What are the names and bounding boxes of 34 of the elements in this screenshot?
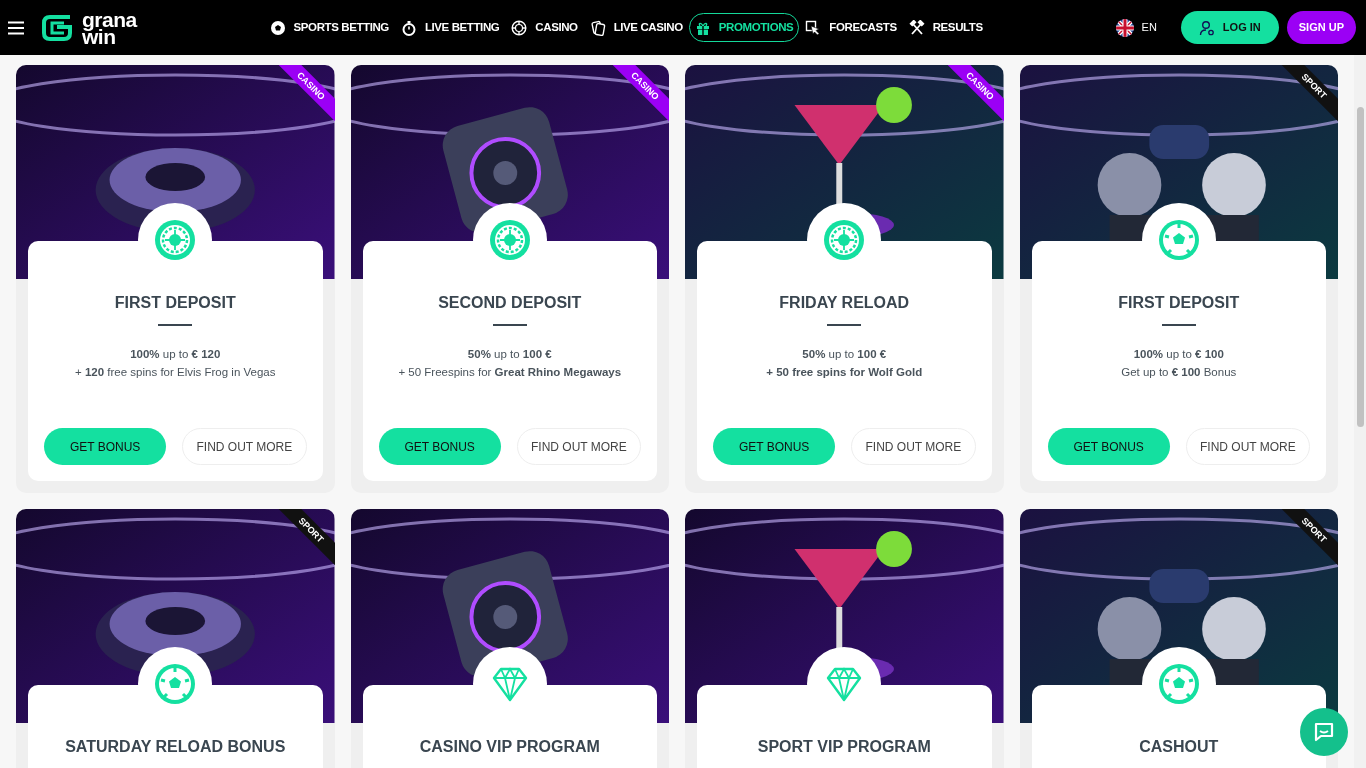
nav-link[interactable]: LIVE BETTING — [394, 12, 506, 43]
find-out-more-button[interactable]: FIND OUT MORE — [851, 428, 976, 465]
promo-description: 100% up to € 100 — [1133, 347, 1224, 362]
nav-link[interactable]: CASINO — [505, 12, 584, 43]
promo-description: + 120 free spins for Elvis Frog in Vegas — [75, 365, 276, 380]
find-out-more-button[interactable]: FIND OUT MORE — [182, 428, 307, 465]
promo-title: FIRST DEPOSIT — [114, 293, 236, 313]
nav-link[interactable]: LIVE CASINO — [583, 12, 689, 43]
promo-title: SECOND DEPOSIT — [438, 293, 582, 313]
language-selector[interactable]: EN — [1141, 19, 1157, 36]
get-bonus-button[interactable]: GET BONUS — [713, 428, 836, 465]
promo-title: FRIDAY RELOAD — [779, 293, 910, 313]
get-bonus-button[interactable]: GET BONUS — [378, 428, 501, 465]
nav-link[interactable]: FORECASTS — [799, 12, 903, 43]
signup-button[interactable]: SIGN UP — [1286, 11, 1356, 44]
promo-title: SATURDAY RELOAD BONUS — [65, 737, 286, 757]
get-bonus-button[interactable]: GET BONUS — [44, 428, 167, 465]
promo-title: SPORT VIP PROGRAM — [757, 737, 931, 757]
find-out-more-button[interactable]: FIND OUT MORE — [1185, 428, 1310, 465]
promo-description: Get up to € 100 Bonus — [1121, 365, 1237, 380]
nav-link[interactable]: RESULTS — [902, 12, 989, 43]
site-logo[interactable]: grana win — [40, 10, 137, 45]
promo-description: + 50 free spins for Wolf Gold — [766, 365, 923, 380]
get-bonus-button[interactable]: GET BONUS — [1047, 428, 1170, 465]
promo-title: CASINO VIP PROGRAM — [419, 737, 600, 757]
find-out-more-button[interactable]: FIND OUT MORE — [516, 428, 641, 465]
promo-title: FIRST DEPOSIT — [1118, 293, 1240, 313]
promo-description: 50% up to 100 € — [467, 347, 552, 362]
nav-link[interactable]: SPORTS BETTING — [263, 12, 395, 43]
promo-description: 100% up to € 120 — [130, 347, 221, 362]
promo-description: + 50 Freespins for Great Rhino Megaways — [398, 365, 622, 380]
promo-description: 50% up to 100 € — [802, 347, 887, 362]
promo-title: CASHOUT — [1139, 737, 1219, 757]
login-button[interactable]: LOG IN — [1180, 11, 1279, 44]
